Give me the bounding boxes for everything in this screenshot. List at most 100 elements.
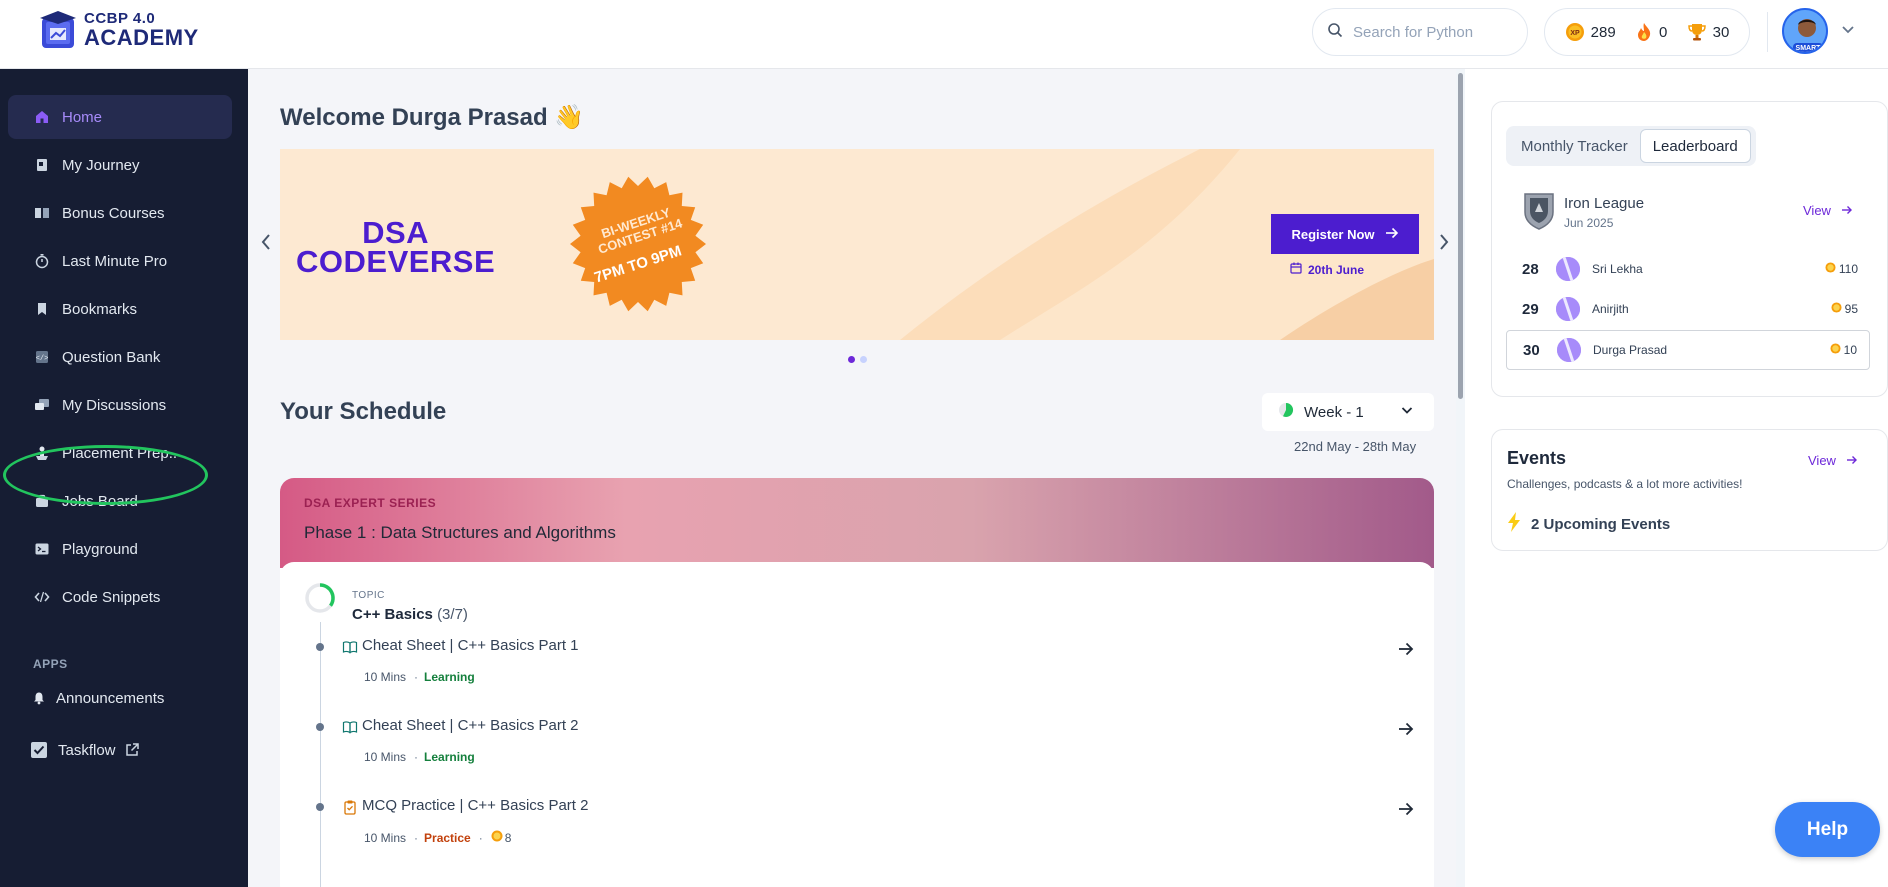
lesson-duration: 10 Mins (364, 750, 407, 764)
coin-icon (1825, 262, 1836, 276)
topic-title[interactable]: C++ Basics (3/7) (352, 606, 468, 623)
trophy-value: 30 (1712, 23, 1730, 41)
sidebar-item-label: Jobs Board (62, 492, 138, 510)
lesson-item[interactable]: Cheat Sheet | C++ Basics Part 2 10 Mins … (316, 713, 1416, 783)
timeline-bullet (316, 723, 324, 731)
carousel-dot-1[interactable] (848, 356, 855, 363)
meta-separator: · (414, 670, 419, 684)
series-card: DSA EXPERT SERIES Phase 1 : Data Structu… (280, 478, 1434, 887)
brand-line1: CCBP 4.0 (84, 10, 156, 27)
leaderboard-name: Sri Lekha (1592, 262, 1643, 276)
sidebar-item-announcements[interactable]: Announcements (8, 676, 232, 720)
sidebar-item-label: Taskflow (58, 741, 116, 759)
sidebar-item-taskflow[interactable]: Taskflow (8, 728, 232, 772)
lesson-meta: 10 Mins · Learning (364, 670, 475, 684)
tab-leaderboard[interactable]: Leaderboard (1639, 129, 1751, 163)
arrow-right-icon[interactable] (1396, 799, 1416, 824)
week-dropdown[interactable]: Week - 1 (1262, 393, 1434, 431)
sidebar-item-my-journey[interactable]: My Journey (8, 143, 232, 187)
sidebar-item-jobs-board[interactable]: Jobs Board (8, 479, 232, 523)
view-link-label: View (1808, 453, 1836, 468)
sidebar-item-bookmarks[interactable]: Bookmarks (8, 287, 232, 331)
xp-coin-icon: XP (1565, 22, 1585, 42)
code-icon (32, 589, 52, 605)
lesson-type: Learning (424, 750, 475, 764)
lesson-coins: 8 (491, 830, 511, 845)
sidebar-item-bonus-courses[interactable]: Bonus Courses (8, 191, 232, 235)
user-stats-bar[interactable]: XP 289 0 30 (1544, 8, 1750, 56)
main-scrollbar-thumb[interactable] (1458, 73, 1463, 399)
sidebar-item-label: Question Bank (62, 348, 161, 366)
carousel-next-button[interactable] (1434, 229, 1454, 259)
sidebar-item-my-discussions[interactable]: My Discussions (8, 383, 232, 427)
chevron-down-icon[interactable] (1840, 21, 1856, 42)
topic-progress-ring-icon (304, 582, 336, 614)
bookmark-icon (32, 301, 52, 317)
carousel-prev-button[interactable] (256, 229, 276, 259)
leaderboard-score: 10 (1830, 343, 1869, 357)
register-now-label: Register Now (1291, 226, 1375, 242)
svg-text:XP: XP (1570, 30, 1580, 37)
svg-text:</>: </> (36, 355, 49, 363)
coin-icon (1831, 302, 1842, 316)
leaderboard-rank: 28 (1522, 260, 1539, 278)
question-bank-icon: </> (32, 349, 52, 365)
trophy-stat[interactable]: 30 (1687, 22, 1730, 42)
xp-stat[interactable]: XP 289 (1565, 22, 1616, 42)
tab-monthly-tracker[interactable]: Monthly Tracker (1509, 129, 1640, 163)
lesson-duration: 10 Mins (364, 670, 407, 684)
week-dropdown-value: Week - 1 (1304, 403, 1364, 421)
sidebar-item-label: Home (62, 108, 103, 126)
sidebar-item-placement-prep[interactable]: Placement Prep.. (8, 431, 232, 475)
score-value: 10 (1843, 343, 1857, 357)
stopwatch-icon (32, 253, 52, 269)
welcome-text: Welcome Durga Prasad (280, 104, 548, 131)
arrow-right-icon (1841, 203, 1853, 218)
leaderboard-row-current-user[interactable]: 30 Durga Prasad 10 (1506, 330, 1870, 370)
sidebar-item-question-bank[interactable]: </> Question Bank (8, 335, 232, 379)
register-now-button[interactable]: Register Now (1271, 214, 1419, 254)
sidebar-item-label: Bookmarks (62, 300, 138, 318)
search-box[interactable] (1312, 8, 1528, 56)
contest-badge: BI-WEEKLY CONTEST #14 7PM TO 9PM (568, 174, 708, 314)
help-button[interactable]: Help (1775, 802, 1880, 857)
meta-separator: · (478, 830, 483, 845)
series-header: DSA EXPERT SERIES Phase 1 : Data Structu… (280, 478, 1434, 568)
events-view-link[interactable]: View (1808, 453, 1858, 468)
lesson-item[interactable]: MCQ Practice | C++ Basics Part 2 10 Mins… (316, 793, 1416, 863)
lesson-meta: 10 Mins · Practice · 8 (364, 830, 511, 845)
sidebar-item-last-minute-pro[interactable]: Last Minute Pro (8, 239, 232, 283)
sidebar-item-label: Code Snippets (62, 588, 161, 606)
search-input[interactable] (1353, 23, 1513, 41)
streak-value: 0 (1659, 23, 1668, 41)
arrow-right-icon[interactable] (1396, 639, 1416, 664)
upcoming-events-link[interactable]: 2 Upcoming Events (1507, 512, 1670, 536)
sidebar: Home My Journey Bonus Courses Last Minut… (0, 69, 248, 887)
bell-icon (32, 691, 46, 705)
lesson-duration: 10 Mins (364, 830, 407, 845)
lesson-item[interactable]: Cheat Sheet | C++ Basics Part 1 10 Mins … (316, 633, 1416, 703)
arrow-right-icon[interactable] (1396, 719, 1416, 744)
leaderboard-row[interactable]: 28 Sri Lekha 110 (1506, 249, 1870, 289)
streak-stat[interactable]: 0 (1635, 22, 1667, 42)
chevron-down-icon (1400, 403, 1414, 421)
banner-date-text: 20th June (1308, 262, 1365, 277)
ccbp-logo[interactable]: CCBP 4.0 ACADEMY (36, 8, 199, 52)
xp-value: 289 (1590, 23, 1616, 41)
sidebar-item-code-snippets[interactable]: Code Snippets (8, 575, 232, 619)
home-icon (32, 109, 52, 125)
avatar[interactable]: SMART (1782, 8, 1828, 54)
promo-banner[interactable]: DSA CODEVERSE BI-WEEKLY CONTEST #14 7PM … (280, 149, 1434, 340)
main-content: Welcome Durga Prasad 👋 DSA CODEVERSE BI-… (248, 69, 1456, 887)
placement-icon (32, 445, 52, 461)
coin-icon (491, 830, 503, 845)
tracker-tabs: Monthly Tracker Leaderboard (1506, 126, 1756, 166)
external-link-icon (124, 742, 140, 758)
carousel-dot-2[interactable] (860, 356, 867, 363)
sidebar-item-playground[interactable]: Playground (8, 527, 232, 571)
league-view-link[interactable]: View (1803, 203, 1853, 218)
leaderboard-row[interactable]: 29 Anirjith 95 (1506, 289, 1870, 329)
profile-menu[interactable]: SMART (1782, 8, 1856, 54)
lesson-type: Learning (424, 670, 475, 684)
sidebar-item-home[interactable]: Home (8, 95, 232, 139)
